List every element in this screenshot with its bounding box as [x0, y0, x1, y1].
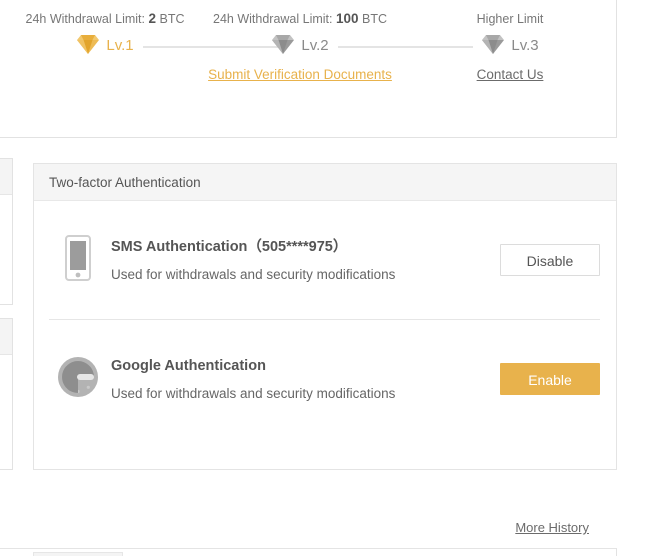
auth-row-google: Google Authentication Used for withdrawa… [34, 320, 616, 438]
clipped-card-top [0, 158, 13, 305]
level-2-caption-unit: BTC [362, 12, 387, 26]
google-auth-title: Google Authentication [111, 357, 266, 374]
two-factor-authentication-header: Two-factor Authentication [34, 164, 616, 201]
sms-auth-title: SMS Authentication（505****975） [111, 238, 348, 255]
bottom-card-edge [33, 552, 123, 556]
diamond-icon [76, 33, 100, 60]
level-1-caption-label: 24h Withdrawal Limit: [25, 12, 146, 26]
level-column-1: 24h Withdrawal Limit: 2 BTC Lv.1 [10, 0, 200, 59]
google-text-block: Google Authentication Used for withdrawa… [107, 356, 500, 403]
sms-text-block: SMS Authentication（505****975） Used for … [107, 237, 500, 284]
level-progress-row: 24h Withdrawal Limit: 2 BTC Lv.1 24h Wit… [0, 0, 617, 90]
level-3-caption: Higher Limit [440, 0, 580, 26]
contact-us-link[interactable]: Contact Us [440, 67, 580, 82]
level-3-name: Lv.3 [511, 37, 539, 54]
sms-icon-wrap [49, 234, 107, 286]
level-2-badge: Lv.2 [205, 33, 395, 59]
level-2-caption-label: 24h Withdrawal Limit: [213, 12, 333, 26]
level-2-caption-amount: 100 [335, 11, 359, 26]
level-1-caption-amount: 2 [148, 11, 156, 26]
clipped-card-bottom [0, 318, 13, 470]
withdrawal-limits-panel: 24h Withdrawal Limit: 2 BTC Lv.1 24h Wit… [0, 0, 617, 138]
more-history-link[interactable]: More History [515, 520, 589, 535]
auth-row-sms: SMS Authentication（505****975） Used for … [34, 201, 616, 319]
diamond-icon [481, 33, 505, 60]
two-factor-authentication-card: Two-factor Authentication SMS Authentica… [33, 163, 617, 470]
level-2-name: Lv.2 [301, 37, 329, 54]
level-1-caption: 24h Withdrawal Limit: 2 BTC [10, 0, 200, 27]
google-action-wrap: Enable [500, 363, 616, 395]
diamond-icon [271, 33, 295, 60]
google-auth-description: Used for withdrawals and security modifi… [111, 385, 396, 401]
level-3-caption-label: Higher Limit [476, 12, 544, 26]
more-history-row: More History [0, 519, 617, 539]
clipped-card-bottom-header [0, 319, 12, 355]
level-column-2: 24h Withdrawal Limit: 100 BTC Lv.2 Submi… [205, 0, 395, 83]
sms-action-wrap: Disable [500, 244, 616, 276]
submit-verification-documents-link[interactable]: Submit Verification Documents [205, 67, 395, 82]
level-2-caption: 24h Withdrawal Limit: 100 BTC [205, 0, 395, 27]
level-1-badge: Lv.1 [10, 33, 200, 59]
level-3-badge: Lv.3 [440, 33, 580, 59]
enable-google-auth-button[interactable]: Enable [500, 363, 600, 395]
level-1-name: Lv.1 [106, 37, 134, 54]
clipped-card-top-header [0, 159, 12, 195]
level-1-caption-unit: BTC [159, 12, 185, 26]
two-factor-authentication-title: Two-factor Authentication [49, 174, 201, 190]
google-icon-wrap [49, 356, 107, 403]
sms-auth-description: Used for withdrawals and security modifi… [111, 266, 396, 282]
disable-sms-button[interactable]: Disable [500, 244, 600, 276]
mobile-phone-icon [62, 234, 94, 286]
level-column-3: Higher Limit Lv.3 Contact Us [440, 0, 580, 82]
google-authenticator-icon [57, 356, 99, 403]
